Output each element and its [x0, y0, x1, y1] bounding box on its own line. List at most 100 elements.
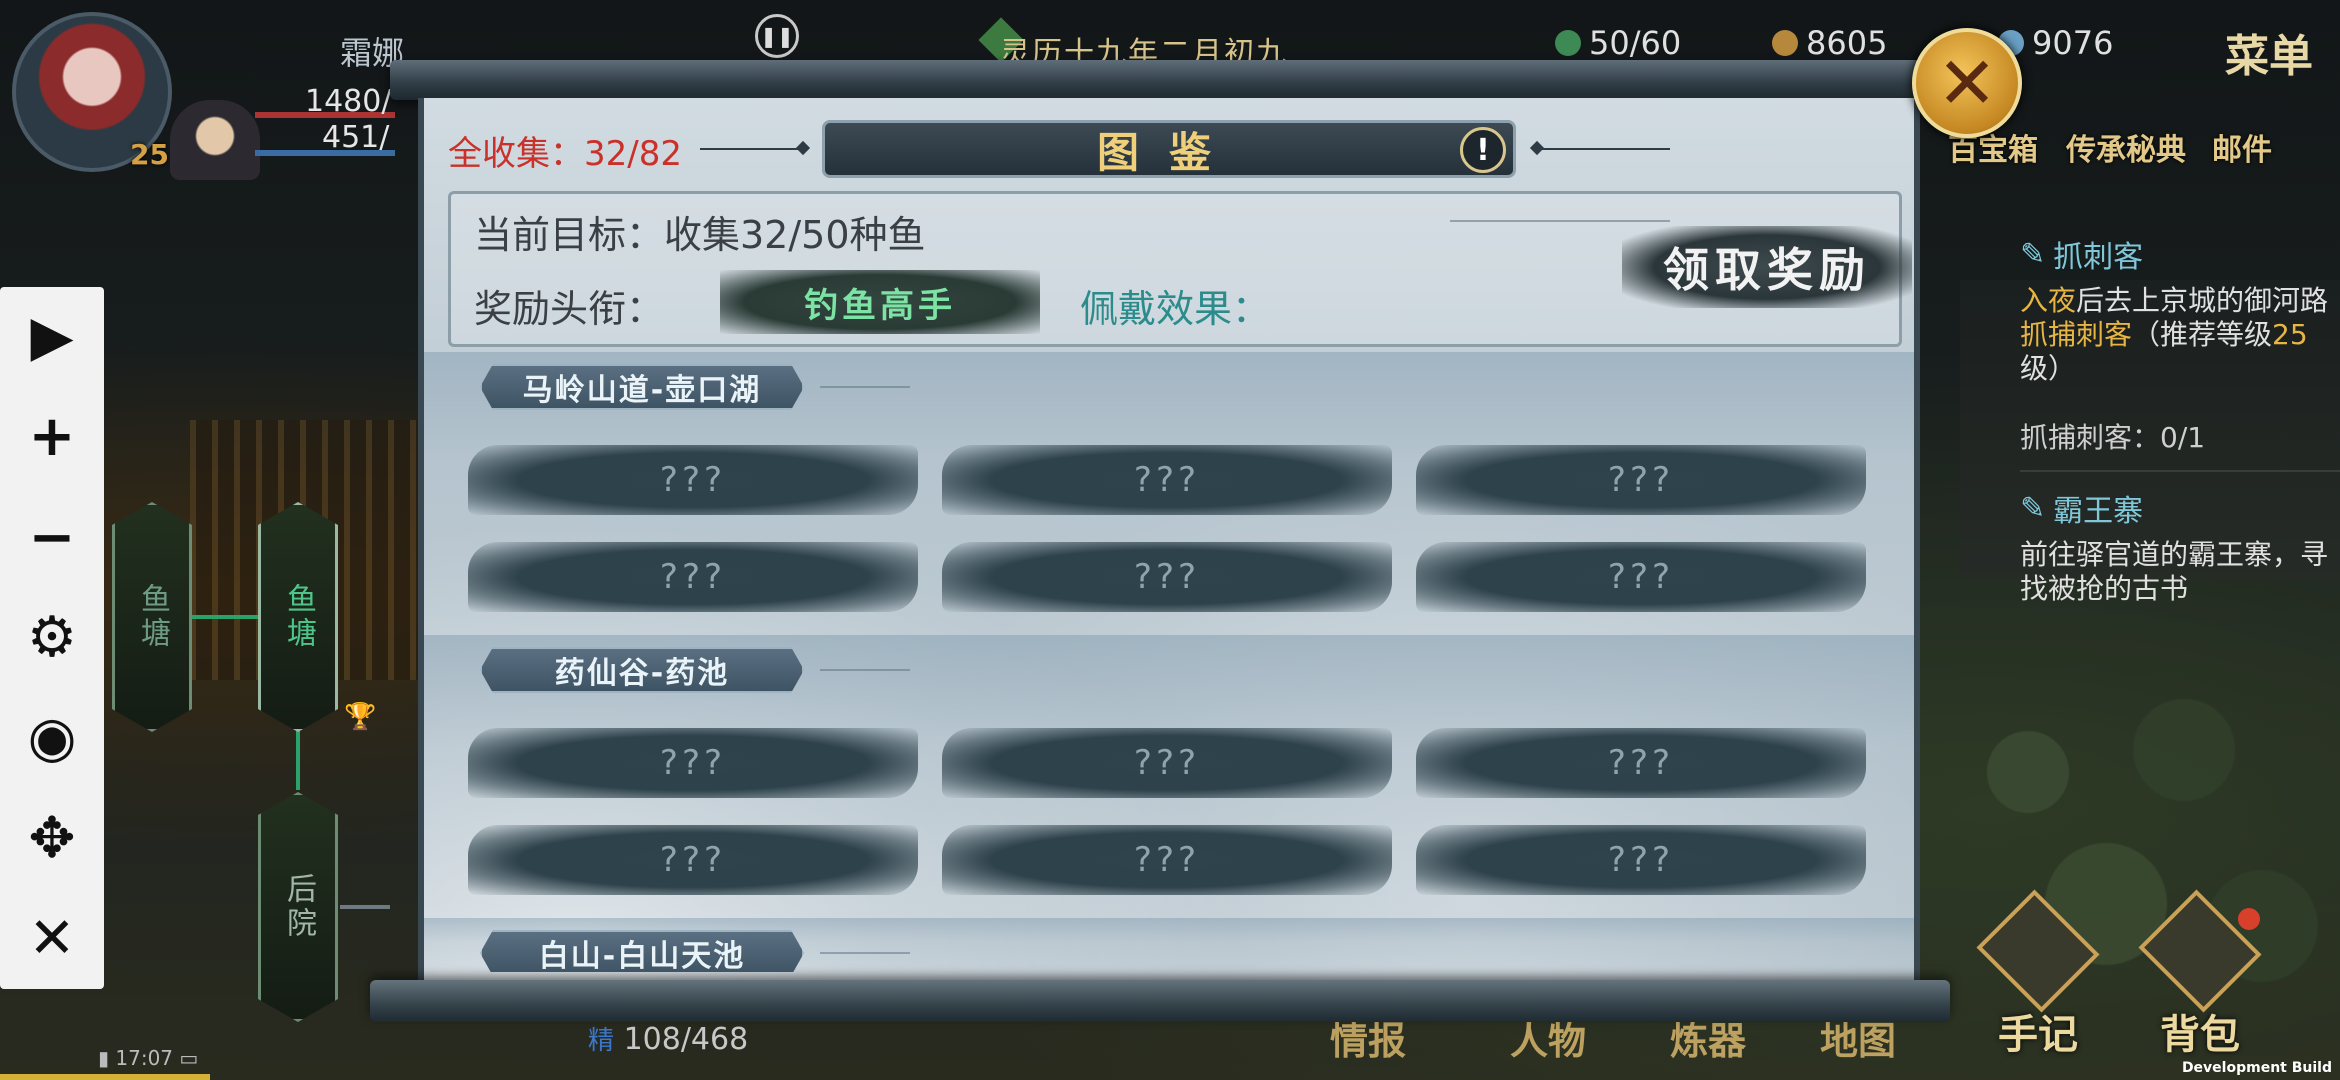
fish-section: 马岭山道-壶口湖 ??? ??? ??? ??? ??? ???: [424, 352, 1914, 635]
fish-slot[interactable]: ???: [942, 728, 1392, 798]
info-icon: !: [1476, 132, 1490, 168]
status-time: ▮ 17:07 ▭: [98, 1046, 198, 1070]
fish-section: 白山-白山天池: [424, 918, 1914, 972]
section-header: 药仙谷-药池: [480, 647, 804, 693]
dev-build-label: Development Build: [2181, 1060, 2332, 1076]
fish-slot[interactable]: ???: [468, 825, 918, 895]
mail-button[interactable]: 邮件: [2212, 125, 2272, 169]
wear-effect-label: 佩戴效果：: [1080, 287, 1271, 331]
scroll-rod-top: [390, 60, 1950, 100]
notification-dot: [2238, 908, 2260, 930]
fish-slot[interactable]: ???: [468, 728, 918, 798]
collect-all-progress: 全收集：32/82: [448, 126, 682, 175]
scroll-icon: ✎: [2020, 236, 2046, 272]
play-button[interactable]: ▶: [22, 307, 82, 367]
quest-title-2-label: 霸王寨: [2053, 494, 2144, 529]
quest-desc-level: 25: [2272, 318, 2308, 351]
eye-icon: ◉: [27, 705, 77, 771]
cross-icon: ✕: [28, 905, 76, 971]
collect-all-label: 全收集：: [448, 134, 584, 174]
section-header: 马岭山道-壶口湖: [480, 364, 804, 410]
close-toolbar-button[interactable]: ✕: [22, 909, 82, 969]
quest-progress-1: 抓捕刺客：0/1: [2020, 421, 2206, 454]
quest-divider: [2020, 470, 2340, 472]
map-node-backyard[interactable]: 后院: [258, 792, 338, 1022]
quest-title-1[interactable]: ✎ 抓刺客: [2020, 232, 2340, 276]
section-header-line: [820, 669, 910, 671]
move-icon: ✥: [28, 805, 76, 871]
info-button[interactable]: !: [1460, 127, 1506, 173]
fish-slot[interactable]: ???: [942, 542, 1392, 612]
fish-slot[interactable]: ???: [1416, 542, 1866, 612]
quest-desc-1: 入夜后去上京城的御河路 抓捕刺客（推荐等级25 级）: [2020, 284, 2340, 386]
plaque-ornament-right: [1540, 148, 1670, 150]
gold-value: 8605: [1806, 24, 1888, 62]
quest-desc-text-3: 级）: [2020, 352, 2077, 385]
fish-list[interactable]: 马岭山道-壶口湖 ??? ??? ??? ??? ??? ??? 药仙谷-药池 …: [424, 352, 1914, 972]
debug-toolbar: ▶ + − ⚙ ◉ ✥ ✕: [0, 287, 104, 989]
plaque-ornament-left: [700, 148, 800, 150]
fish-slot[interactable]: ???: [468, 542, 918, 612]
section-header-line: [820, 386, 910, 388]
quest-title-2[interactable]: ✎ 霸王寨: [2020, 486, 2340, 530]
node-connector: [190, 615, 260, 619]
hp-value: 1480/: [305, 84, 392, 119]
current-goal: 当前目标：收集32/50种鱼: [474, 213, 926, 257]
close-button[interactable]: ✕: [1912, 28, 2022, 138]
quest-desc-text-2: （推荐等级: [2132, 318, 2273, 351]
stamina-display: 精 108/468: [588, 1020, 748, 1057]
copper-value: 50/60: [1589, 24, 1682, 62]
quest-desc-hl-2: 抓捕刺客: [2020, 318, 2133, 351]
plus-icon: +: [28, 404, 76, 470]
companion-portrait[interactable]: [170, 100, 260, 180]
move-button[interactable]: ✥: [22, 809, 82, 869]
clock-text: 17:07: [115, 1046, 174, 1070]
zoom-out-button[interactable]: −: [22, 508, 82, 568]
pause-icon: ❚❚: [760, 24, 794, 48]
fish-slot[interactable]: ???: [468, 445, 918, 515]
node-connector: [340, 905, 390, 909]
zoom-in-button[interactable]: +: [22, 407, 82, 467]
codex-title: 图鉴: [822, 120, 1516, 178]
gold-resource: 8605: [1772, 24, 1887, 62]
section-header: 白山-白山天池: [480, 930, 804, 972]
minus-icon: −: [28, 504, 76, 570]
fish-section: 药仙谷-药池 ??? ??? ??? ??? ??? ???: [424, 635, 1914, 918]
bag-label: 背包: [2160, 1012, 2240, 1058]
signal-icon: ▮: [98, 1046, 110, 1070]
pause-button[interactable]: ❚❚: [755, 14, 799, 58]
exp-bar: [0, 1074, 210, 1080]
battery-icon: ▭: [179, 1046, 199, 1070]
fish-slot[interactable]: ???: [942, 825, 1392, 895]
stamina-label: 精: [588, 1026, 615, 1056]
quest-tracker[interactable]: ✎ 抓刺客 入夜后去上京城的御河路 抓捕刺客（推荐等级25 级） 抓捕刺客：0/…: [2020, 232, 2340, 606]
journal-label: 手记: [1998, 1012, 2078, 1058]
menu-button[interactable]: 菜单: [2225, 20, 2313, 84]
spiral-icon: [1555, 30, 1581, 56]
hero-level: 25: [130, 138, 169, 171]
collect-all-value: 32/82: [584, 134, 682, 174]
bag-button[interactable]: 背包: [2138, 889, 2262, 1060]
section-header-line: [820, 952, 910, 954]
visibility-button[interactable]: ◉: [22, 708, 82, 768]
fish-slot[interactable]: ???: [1416, 445, 1866, 515]
play-icon: ▶: [30, 304, 74, 370]
map-node-fishpond-1[interactable]: 鱼塘: [112, 502, 192, 732]
trophy-icon: 🏆: [344, 702, 377, 732]
fish-slot[interactable]: ???: [1416, 825, 1866, 895]
inheritance-codex-button[interactable]: 传承秘典: [2066, 125, 2186, 169]
coin-icon: [1772, 30, 1798, 56]
journal-button[interactable]: 手记: [1976, 889, 2100, 1060]
map-node-fishpond-2[interactable]: 鱼塘: [258, 502, 338, 732]
quest-desc-hl-1: 入夜: [2020, 284, 2077, 317]
claim-reward-button[interactable]: 领取奖励: [1622, 226, 1912, 308]
scroll-rod-bottom: [370, 980, 1950, 1022]
quest-desc-text-1: 后去上京城的御河路: [2076, 284, 2329, 317]
fish-slot[interactable]: ???: [1416, 728, 1866, 798]
reward-title-badge: 钓鱼高手: [720, 270, 1040, 334]
settings-button[interactable]: ⚙: [22, 608, 82, 668]
fish-slot[interactable]: ???: [942, 445, 1392, 515]
quest-title-1-label: 抓刺客: [2053, 240, 2144, 275]
stamina-value: 108/468: [623, 1022, 749, 1057]
gear-icon: ⚙: [26, 604, 78, 670]
